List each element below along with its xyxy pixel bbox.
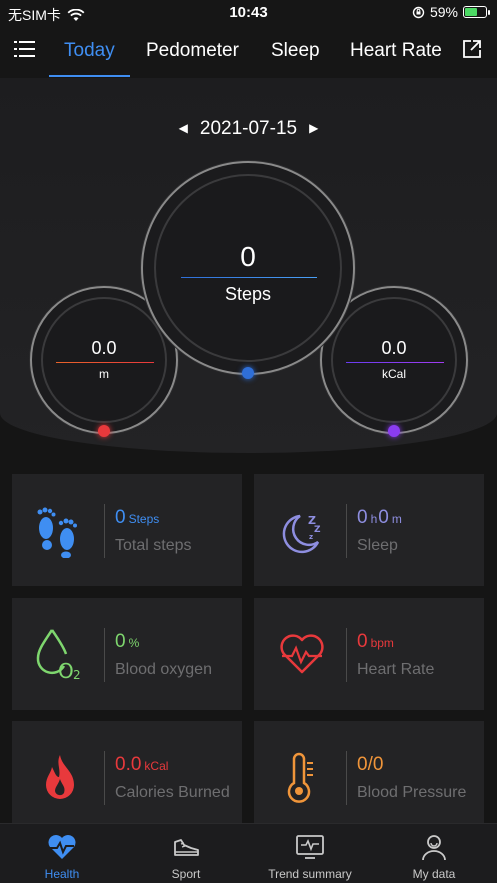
card-divider <box>104 628 105 682</box>
distance-bar <box>56 362 154 363</box>
bottom-nav: Health Sport Trend summary My data <box>0 823 497 883</box>
bottom-nav-health[interactable]: Health <box>0 824 124 883</box>
heart-rate-label: Heart Rate <box>357 661 435 678</box>
card-sleep[interactable]: Z Z z 0 h0 m Sleep <box>254 474 484 586</box>
thermometer-icon <box>287 752 313 803</box>
blood-oxygen-value: 0% <box>115 631 140 652</box>
calories-value: 0.0 <box>381 338 407 358</box>
blood-oxygen-label: Blood oxygen <box>115 661 212 678</box>
battery-icon <box>463 6 490 18</box>
calories-indicator-dot <box>388 425 400 437</box>
distance-value: 0.0 <box>91 338 117 358</box>
orientation-lock-icon <box>412 6 425 18</box>
tab-heart-rate[interactable]: Heart Rate <box>350 40 442 62</box>
distance-indicator-dot <box>98 425 110 437</box>
status-bar: 无SIM卡 10:43 59% <box>0 0 497 26</box>
flame-icon <box>46 755 74 799</box>
battery-percent: 59% <box>429 4 458 20</box>
next-day-icon[interactable]: ▶ <box>309 121 318 135</box>
sleep-label: Sleep <box>357 537 398 554</box>
bottom-nav-sport[interactable]: Sport <box>124 824 248 883</box>
svg-text:Z: Z <box>314 525 321 535</box>
steps-gauge[interactable]: 0 Steps <box>141 161 355 379</box>
card-calories[interactable]: 0.0 kCal Calories Burned <box>12 721 242 833</box>
card-divider <box>346 628 347 682</box>
heart-rate-value: 0 bpm <box>357 631 394 652</box>
card-heart-rate[interactable]: 0 bpm Heart Rate <box>254 598 484 710</box>
user-icon <box>422 835 446 861</box>
distance-unit: m <box>99 367 109 381</box>
active-tab-indicator <box>49 75 130 77</box>
top-nav: Today Pedometer Sleep Heart Rate <box>0 26 497 78</box>
tab-today[interactable]: Today <box>64 40 115 62</box>
status-right: 59% <box>412 4 490 20</box>
current-date: 2021-07-15 <box>199 118 298 139</box>
heart-pulse-icon <box>280 634 324 674</box>
card-divider <box>104 504 105 558</box>
total-steps-label: Total steps <box>115 537 192 554</box>
svg-text:2: 2 <box>73 668 81 682</box>
monitor-pulse-icon <box>296 835 324 859</box>
card-blood-oxygen[interactable]: O 2 0% Blood oxygen <box>12 598 242 710</box>
steps-unit: Steps <box>224 284 272 304</box>
blood-pressure-value: 0/0 <box>357 754 384 775</box>
menu-icon[interactable] <box>14 40 35 58</box>
card-divider <box>346 751 347 805</box>
distance-gauge-inner <box>41 297 167 423</box>
date-selector: ◀ 2021-07-15 ▶ <box>0 118 497 140</box>
bottom-nav-label: Sport <box>171 867 201 881</box>
card-blood-pressure[interactable]: 0/0 Blood Pressure <box>254 721 484 833</box>
footprints-icon <box>37 507 77 558</box>
bottom-nav-label: Health <box>44 867 80 881</box>
steps-indicator-dot <box>242 367 254 379</box>
tab-sleep[interactable]: Sleep <box>271 40 320 62</box>
blood-pressure-label: Blood Pressure <box>357 784 467 801</box>
bottom-nav-my-data[interactable]: My data <box>372 824 496 883</box>
calories-gauge-inner <box>331 297 457 423</box>
calories-card-value: 0.0 kCal <box>115 754 169 775</box>
steps-value: 0 <box>240 241 256 272</box>
moon-sleep-icon: Z Z z <box>282 514 321 554</box>
total-steps-value: 0 Steps <box>115 507 160 528</box>
bottom-nav-label: Trend summary <box>268 867 352 881</box>
previous-day-icon[interactable]: ◀ <box>179 121 188 135</box>
svg-text:O: O <box>58 659 74 682</box>
sneaker-icon <box>174 839 199 856</box>
sleep-value: 0 h0 m <box>357 507 402 528</box>
share-icon[interactable] <box>462 39 482 59</box>
tab-pedometer[interactable]: Pedometer <box>146 40 239 62</box>
steps-bar <box>181 277 317 278</box>
bottom-nav-label: My data <box>412 867 456 881</box>
calories-unit: kCal <box>381 367 406 381</box>
svg-text:z: z <box>309 533 313 541</box>
card-total-steps[interactable]: 0 Steps Total steps <box>12 474 242 586</box>
card-divider <box>346 504 347 558</box>
heart-icon <box>48 835 76 859</box>
calories-card-label: Calories Burned <box>115 784 230 801</box>
calories-bar <box>346 362 444 363</box>
bottom-nav-trend-summary[interactable]: Trend summary <box>248 824 372 883</box>
battery-fill <box>465 8 477 16</box>
blood-drop-o2-icon: O 2 <box>36 629 81 682</box>
card-divider <box>104 751 105 805</box>
